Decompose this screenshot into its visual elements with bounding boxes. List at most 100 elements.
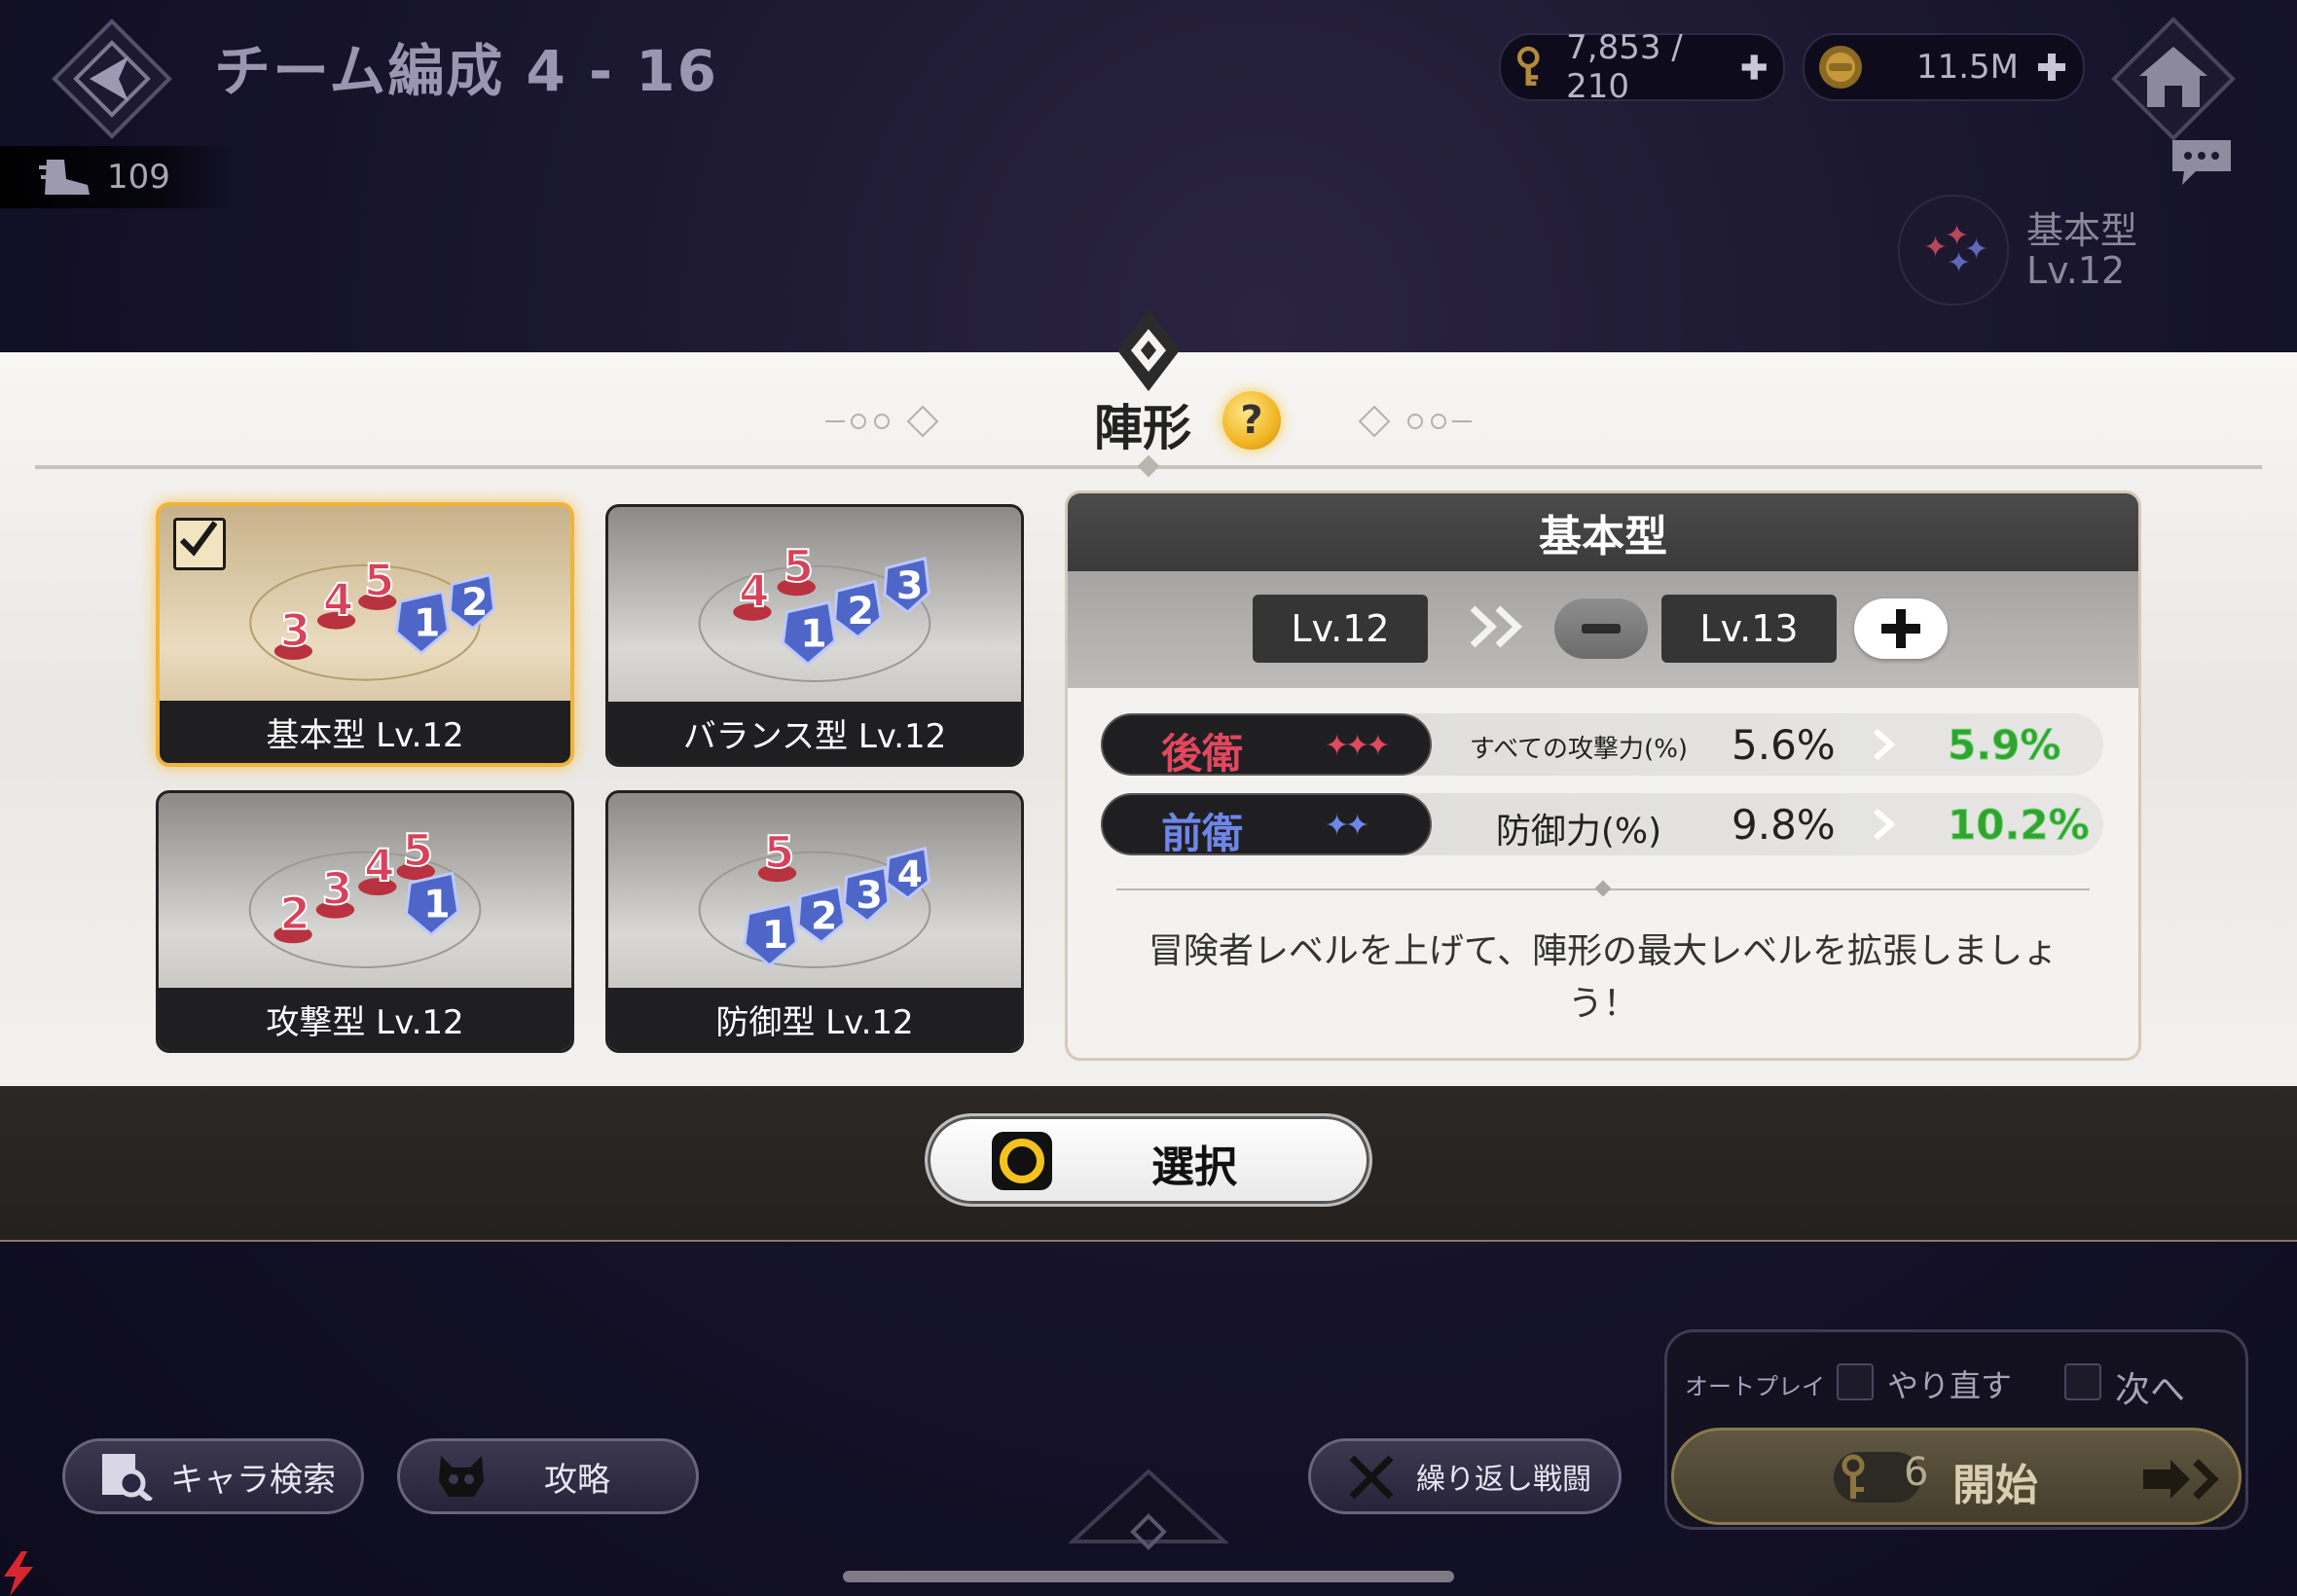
plus-icon[interactable] <box>2034 50 2069 85</box>
start-label: 開始 <box>1952 1461 2038 1510</box>
svg-text:3: 3 <box>280 604 310 656</box>
current-level: Lv.12 <box>1253 595 1428 663</box>
svg-text:5: 5 <box>402 824 433 876</box>
modal-title: 陣形 <box>1094 400 1191 456</box>
next-level: Lv.13 <box>1661 595 1837 663</box>
minus-icon <box>1582 624 1621 634</box>
formation-card-label: 基本型 Lv.12 <box>160 701 570 763</box>
back-button[interactable] <box>51 18 173 140</box>
lightning-icon <box>4 1551 33 1596</box>
page-title: チーム編成 4 - 16 <box>214 38 718 104</box>
title-ornament-right <box>1358 405 1472 438</box>
stamina-count: 109 <box>107 158 170 197</box>
formation-defense-art: 5 1 2 3 4 <box>698 825 931 968</box>
svg-text:1: 1 <box>414 601 440 645</box>
svg-text:5: 5 <box>364 555 394 606</box>
position-badge: 後衛 ✦✦✦ <box>1101 713 1432 778</box>
stamina-display: 109 <box>0 146 234 208</box>
formation-card-balance[interactable]: 4 5 1 2 3 バランス型 Lv.12 <box>605 504 1024 767</box>
level-plus-button[interactable] <box>1854 598 1948 659</box>
double-arrow-icon <box>2143 1459 2219 1500</box>
key-icon <box>1516 46 1540 86</box>
position-label: 後衛 <box>1161 730 1244 778</box>
autoplay-panel: オートプレイ やり直す 次へ 6 開始 <box>1664 1329 2248 1530</box>
selected-check-icon <box>173 518 226 570</box>
start-cost: 6 <box>1904 1450 1929 1495</box>
home-indicator-bar[interactable] <box>843 1571 1454 1582</box>
level-minus-button[interactable] <box>1554 598 1648 659</box>
svg-text:4: 4 <box>323 574 353 626</box>
home-icon <box>2111 17 2236 141</box>
help-button[interactable]: ? <box>1222 391 1281 450</box>
repeat-label: 繰り返し戦闘 <box>1416 1463 1591 1497</box>
svg-text:4: 4 <box>897 852 923 895</box>
select-button-label: 選択 <box>1151 1143 1237 1192</box>
stat-current-value: 9.8% <box>1732 801 1836 849</box>
formation-card-label: 防御型 Lv.12 <box>608 988 1021 1050</box>
stat-name: 防御力(%) <box>1495 812 1662 852</box>
next-label: 次へ <box>2115 1370 2186 1410</box>
detail-divider-ornament <box>1594 880 1612 897</box>
plus-icon <box>1881 609 1920 648</box>
modal-emblem-icon <box>1117 309 1180 391</box>
back-icon <box>52 18 172 139</box>
svg-text:1: 1 <box>762 913 788 958</box>
search-icon <box>102 1454 153 1501</box>
key-icon <box>1841 1454 1865 1499</box>
repeat-battle-button[interactable]: 繰り返し戦闘 <box>1308 1438 1622 1514</box>
svg-text:2: 2 <box>461 581 488 625</box>
strategy-guide-button[interactable]: 攻略 <box>397 1438 699 1514</box>
chevron-right-icon <box>1874 728 1896 761</box>
svg-text:✦: ✦ <box>1964 233 1988 267</box>
level-cap-message: 冒険者レベルを上げて、陣形の最大レベルを拡張しましょう！ <box>1148 931 2059 1024</box>
svg-text:4: 4 <box>739 565 770 617</box>
retry-label: やり直す <box>1887 1367 2013 1404</box>
search-label: キャラ検索 <box>170 1460 336 1500</box>
formation-card-label: 攻撃型 Lv.12 <box>159 988 571 1050</box>
autoplay-checkbox[interactable] <box>1837 1363 1874 1400</box>
start-button[interactable]: 6 開始 <box>1671 1428 2242 1525</box>
autoplay-label: オートプレイ <box>1685 1373 1825 1400</box>
stamina-boot-icon <box>39 160 90 195</box>
key-resource: 7,853 / 210 <box>1499 28 1785 106</box>
level-row: Lv.12 Lv.13 <box>1068 571 2138 688</box>
svg-text:3: 3 <box>856 873 882 918</box>
formation-card-defense[interactable]: 5 1 2 3 4 防御型 Lv.12 <box>605 790 1024 1053</box>
side-formation-level: Lv.12 <box>2026 249 2126 292</box>
formation-card-basic[interactable]: 3 4 5 1 2 基本型 Lv.12 <box>156 502 574 767</box>
guide-label: 攻略 <box>544 1460 610 1500</box>
svg-text:3: 3 <box>322 863 353 915</box>
next-checkbox[interactable] <box>2064 1363 2101 1400</box>
select-button[interactable]: 選択 <box>925 1113 1372 1207</box>
svg-text:5: 5 <box>783 540 814 592</box>
gold-resource: 11.5M <box>1803 33 2085 101</box>
chevron-right-icon <box>1874 808 1896 841</box>
formation-card-attack[interactable]: 2 3 4 5 1 攻撃型 Lv.12 <box>156 790 574 1053</box>
svg-text:5: 5 <box>764 826 795 878</box>
formation-stars-icon: ✦ ✦ ✦ ✦ <box>1923 219 1988 280</box>
svg-text:2: 2 <box>848 589 874 634</box>
svg-text:3: 3 <box>896 563 923 608</box>
stat-row-back: 後衛 ✦✦✦ すべての攻撃力(%) 5.6% 5.9% <box>1101 713 2103 778</box>
chat-icon <box>2172 140 2231 185</box>
formation-emblem: ✦ ✦ ✦ ✦ <box>1898 195 2009 306</box>
key-count: 7,853 / 210 <box>1566 28 1683 106</box>
formation-card-label: バランス型 Lv.12 <box>608 702 1021 764</box>
title-ornament-left <box>825 405 939 438</box>
character-search-button[interactable]: キャラ検索 <box>62 1438 364 1514</box>
current-formation-indicator[interactable]: ✦ ✦ ✦ ✦ 基本型 Lv.12 <box>1898 191 2297 306</box>
stat-next-value: 5.9% <box>1947 721 2061 770</box>
double-chevron-icon <box>1470 605 1523 648</box>
crossed-swords-icon <box>1349 1455 1394 1500</box>
stat-next-value: 10.2% <box>1948 801 2091 850</box>
position-stars: ✦✦✦ <box>1325 729 1390 763</box>
svg-text:2: 2 <box>279 889 310 940</box>
position-stars: ✦✦ <box>1325 809 1369 843</box>
svg-text:4: 4 <box>364 840 395 891</box>
stat-current-value: 5.6% <box>1732 721 1836 769</box>
home-button[interactable] <box>2110 16 2237 142</box>
gold-coin-icon <box>1819 46 1862 89</box>
plus-icon[interactable] <box>1738 50 1770 85</box>
bottom-emblem-icon <box>1069 1469 1228 1550</box>
chat-button[interactable] <box>2167 134 2237 189</box>
